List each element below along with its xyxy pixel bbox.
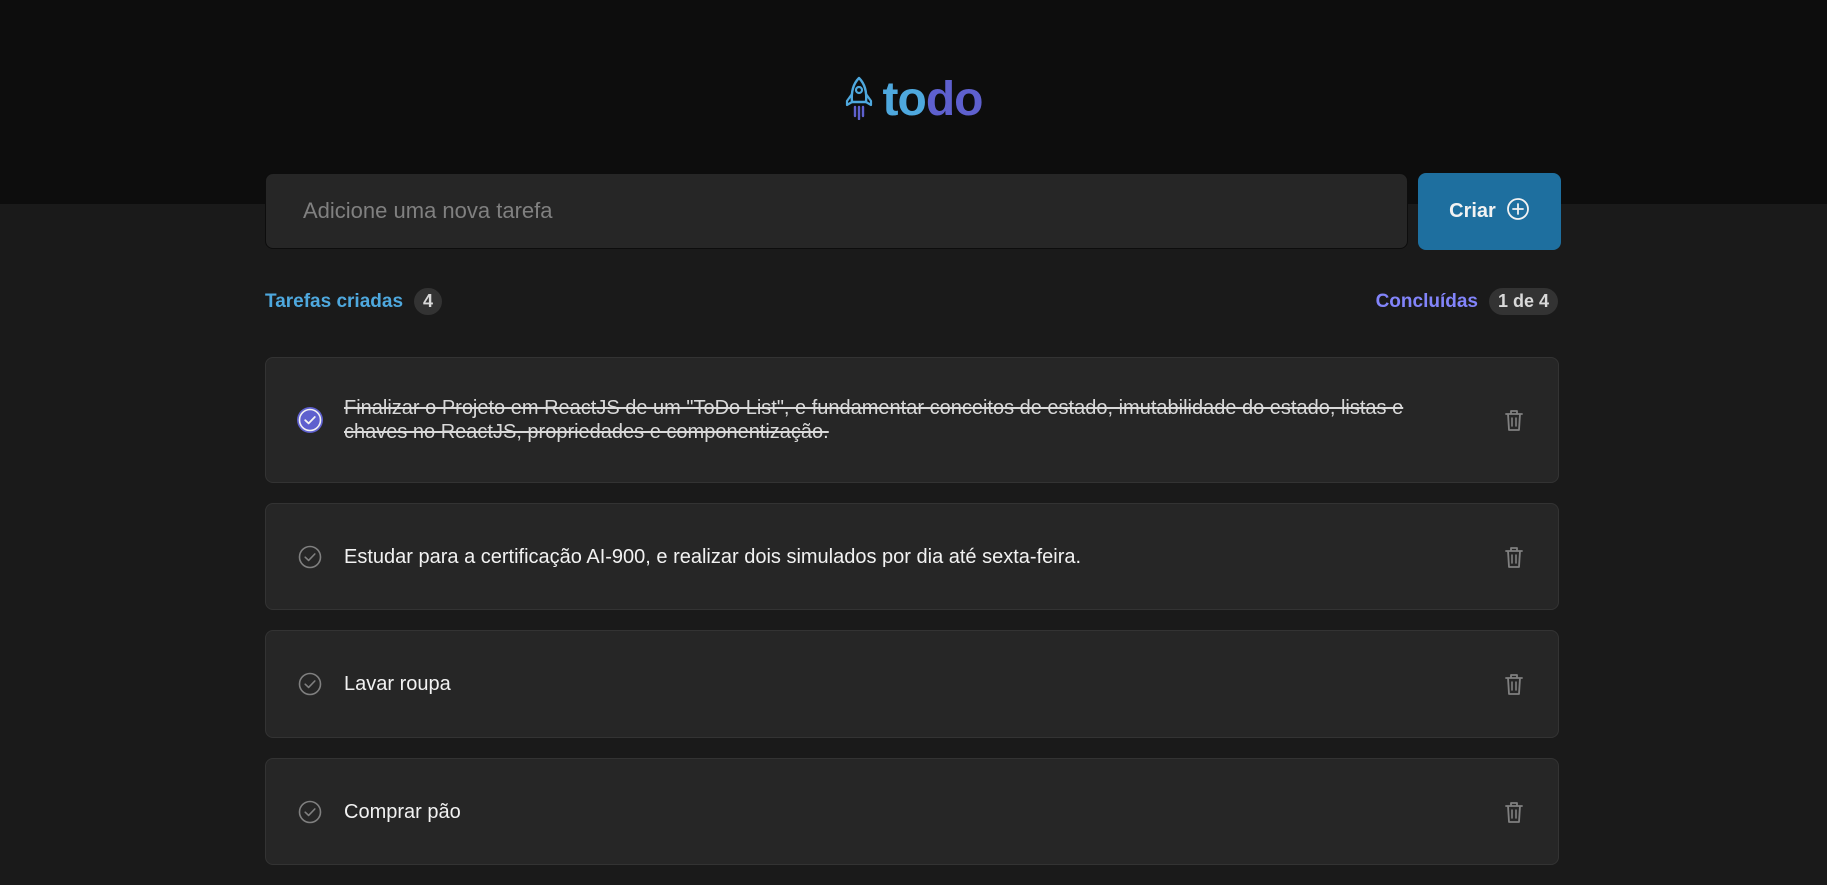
done-label: Concluídas <box>1375 290 1478 312</box>
rocket-icon <box>845 76 873 125</box>
task-text: Estudar para a certificação AI-900, e re… <box>344 545 1082 568</box>
trash-icon[interactable] <box>1500 798 1528 826</box>
logo-text-do: do <box>925 73 984 126</box>
task-item: Lavar roupa <box>265 630 1559 738</box>
done-summary: Concluídas 1 de 4 <box>1376 288 1558 315</box>
done-count-badge: 1 de 4 <box>1488 288 1558 315</box>
plus-circle-icon <box>1506 197 1530 227</box>
logo-text-to: to <box>882 73 927 126</box>
task-item: Finalizar o Projeto em ReactJS de um "To… <box>265 357 1559 483</box>
app-logo: todo <box>0 72 1827 128</box>
unchecked-circle-icon[interactable] <box>296 670 324 698</box>
created-count-badge: 4 <box>414 288 443 315</box>
created-summary: Tarefas criadas 4 <box>265 288 443 315</box>
create-button-label: Criar <box>1449 200 1496 222</box>
task-text: Lavar roupa <box>344 673 451 695</box>
task-item: Comprar pão <box>265 758 1559 865</box>
task-text: Finalizar o Projeto em ReactJS de um "To… <box>344 397 1404 443</box>
task-text: Comprar pão <box>344 800 461 823</box>
unchecked-circle-icon[interactable] <box>296 798 324 826</box>
created-label: Tarefas criadas <box>265 290 404 312</box>
task-item: Estudar para a certificação AI-900, e re… <box>265 503 1559 610</box>
trash-icon[interactable] <box>1500 543 1528 571</box>
task-summary: Tarefas criadas 4 Concluídas 1 de 4 <box>265 288 1558 315</box>
new-task-input[interactable] <box>265 173 1408 249</box>
create-button[interactable]: Criar <box>1418 173 1561 250</box>
trash-icon[interactable] <box>1500 406 1528 434</box>
new-task-form: Criar <box>265 173 1561 251</box>
checked-circle-icon[interactable] <box>296 406 324 434</box>
logo-text: todo <box>882 72 984 128</box>
task-list: Finalizar o Projeto em ReactJS de um "To… <box>265 357 1559 885</box>
unchecked-circle-icon[interactable] <box>296 543 324 571</box>
trash-icon[interactable] <box>1500 670 1528 698</box>
